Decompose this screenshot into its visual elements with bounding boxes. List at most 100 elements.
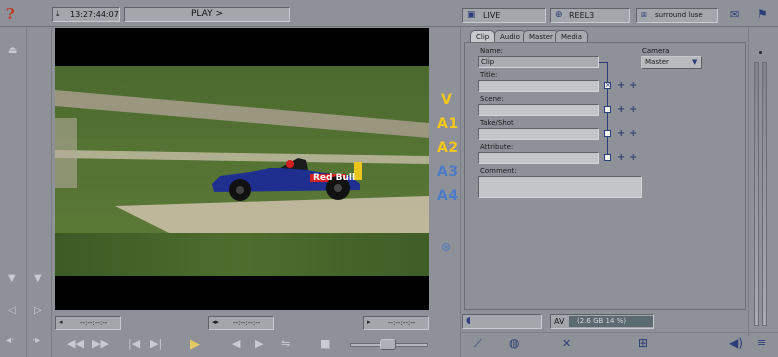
attribute-check-icon[interactable] (604, 154, 611, 161)
camera-label: Camera (642, 47, 670, 55)
duration-timecode[interactable]: ◂▸ --:--:--:-- (208, 316, 274, 330)
scene-add-icon[interactable]: + (617, 105, 625, 115)
reel-icon: ⊕ (555, 10, 563, 20)
timecode-display: ⤓ 13:27:44:07 (52, 7, 120, 22)
title-check-icon[interactable]: × (604, 82, 611, 89)
previous-frame-icon[interactable]: |◀ (128, 338, 140, 349)
tab-media[interactable]: Media (555, 30, 589, 42)
scene-label: Scene: (480, 95, 504, 103)
attribute-input[interactable] (478, 152, 599, 164)
surround-label: surround luse (655, 11, 703, 19)
attribute-add-alt-icon[interactable]: + (629, 153, 637, 163)
timecode-value: 13:27:44:07 (70, 10, 119, 19)
take-check-icon[interactable] (604, 130, 611, 137)
arrow-left-icon[interactable]: ◁ (8, 306, 16, 316)
play-icon[interactable]: ▶ (190, 337, 200, 352)
clear-marks-icon[interactable]: ⇋ (281, 338, 290, 349)
mark-out-icon[interactable]: ▶ (255, 338, 263, 349)
storage-text: (2.6 GB 14 %) (577, 317, 627, 325)
in-timecode[interactable]: ◂ --:--:--:-- (55, 316, 121, 330)
run-icon[interactable]: ⚑ (757, 7, 768, 21)
arrow-right-icon[interactable]: ▷ (34, 306, 42, 316)
channel-v[interactable]: V (441, 92, 452, 108)
scene-input[interactable] (478, 104, 599, 116)
channel-a4[interactable]: A4 (437, 188, 459, 204)
channel-a2[interactable]: A2 (437, 140, 459, 156)
in-marker-icon: ◂ (59, 318, 63, 326)
title-add-alt-icon[interactable]: + (629, 81, 637, 91)
name-label: Name: (480, 47, 504, 55)
scene-add-alt-icon[interactable]: + (629, 105, 637, 115)
out-marker-icon: ▸ (367, 318, 371, 326)
rewind-icon[interactable]: ◀◀ (67, 338, 84, 349)
left-toolbar-divider (26, 28, 27, 357)
attribute-add-icon[interactable]: + (617, 153, 625, 163)
step-forward-icon[interactable]: ·▸ (32, 336, 40, 346)
help-icon[interactable]: ? (6, 5, 22, 23)
tab-master[interactable]: Master (523, 30, 559, 42)
sponsor-text: Red Bull (313, 173, 355, 183)
stop-icon[interactable]: ■ (320, 338, 330, 349)
surround-icon: ⧈ (641, 10, 647, 20)
channel-a3[interactable]: A3 (437, 164, 459, 180)
av-storage-field: AV (2.6 GB 14 %) (550, 314, 654, 329)
scene-check-icon[interactable] (604, 106, 611, 113)
arrow-down-icon[interactable]: ▼ (8, 274, 16, 284)
duration-timecode-value: --:--:--:-- (233, 319, 261, 327)
speaker-icon[interactable]: ◀) (729, 337, 743, 349)
tab-audio[interactable]: Audio (494, 30, 526, 42)
step-back-icon[interactable]: ◂· (6, 336, 14, 346)
take-add-icon[interactable]: + (617, 129, 625, 139)
blur-patch (55, 118, 77, 188)
source-field[interactable]: ▣ LIVE (462, 8, 546, 23)
audio-monitor-icon: ◖ (466, 316, 471, 326)
play-status-text: PLAY > (190, 9, 223, 19)
grass-bottom (55, 233, 429, 276)
in-timecode-value: --:--:--:-- (80, 319, 108, 327)
audio-monitor-field[interactable]: ◖ (462, 314, 542, 329)
comment-label: Comment: (480, 167, 517, 175)
link-icon[interactable]: ⊛ (441, 240, 451, 254)
letterbox-top (55, 28, 429, 66)
take-input[interactable] (478, 128, 599, 140)
comment-input[interactable] (478, 176, 642, 198)
levels-icon[interactable]: ≡ (757, 337, 766, 348)
out-timecode[interactable]: ▸ --:--:--:-- (363, 316, 429, 330)
mark-in-icon[interactable]: ◀ (232, 338, 240, 349)
duration-icon: ◂▸ (212, 318, 220, 326)
dot-icon (759, 51, 762, 54)
cut-icon[interactable]: ✕ (562, 338, 571, 349)
take-label: Take/Shot (480, 119, 514, 127)
camera-select-value: Master (645, 58, 669, 66)
source-icon: ▣ (467, 10, 476, 20)
title-label: Title: (480, 71, 498, 79)
arrow-down-alt-icon[interactable]: ▼ (34, 274, 42, 284)
globe-icon[interactable]: ◍ (509, 337, 519, 349)
wand-icon[interactable]: ⟋ (474, 338, 482, 349)
attribute-label: Attribute: (480, 143, 514, 151)
reel-field[interactable]: ⊕ REEL3 (550, 8, 630, 23)
av-label: AV (554, 317, 565, 326)
video-viewer: Red Bull (55, 28, 429, 310)
channel-a1[interactable]: A1 (437, 116, 459, 132)
camera-select[interactable]: Master ▼ (641, 56, 702, 69)
title-add-icon[interactable]: + (617, 81, 625, 91)
tab-clip[interactable]: Clip (470, 30, 496, 42)
level-meter-left (754, 62, 759, 326)
play-status: PLAY > (124, 7, 290, 22)
next-frame-icon[interactable]: ▶| (150, 338, 162, 349)
scroll-up-icon[interactable]: ⏏ (8, 46, 17, 56)
take-add-alt-icon[interactable]: + (629, 129, 637, 139)
name-input[interactable]: Clip (478, 56, 599, 68)
video-frame: Red Bull (55, 28, 429, 310)
chevron-down-icon: ▼ (692, 58, 698, 66)
title-input[interactable] (478, 80, 599, 92)
hierarchy-icon[interactable]: ⊞ (638, 337, 648, 349)
shuttle-handle[interactable] (380, 339, 396, 350)
right-panel-divider (460, 28, 461, 357)
timecode-icon: ⤓ (56, 9, 60, 18)
surround-field[interactable]: ⧈ surround luse (636, 8, 718, 23)
fast-forward-icon[interactable]: ▶▶ (92, 338, 109, 349)
save-icon[interactable]: ✉ (730, 8, 739, 21)
storage-bar: (2.6 GB 14 %) (569, 316, 653, 327)
